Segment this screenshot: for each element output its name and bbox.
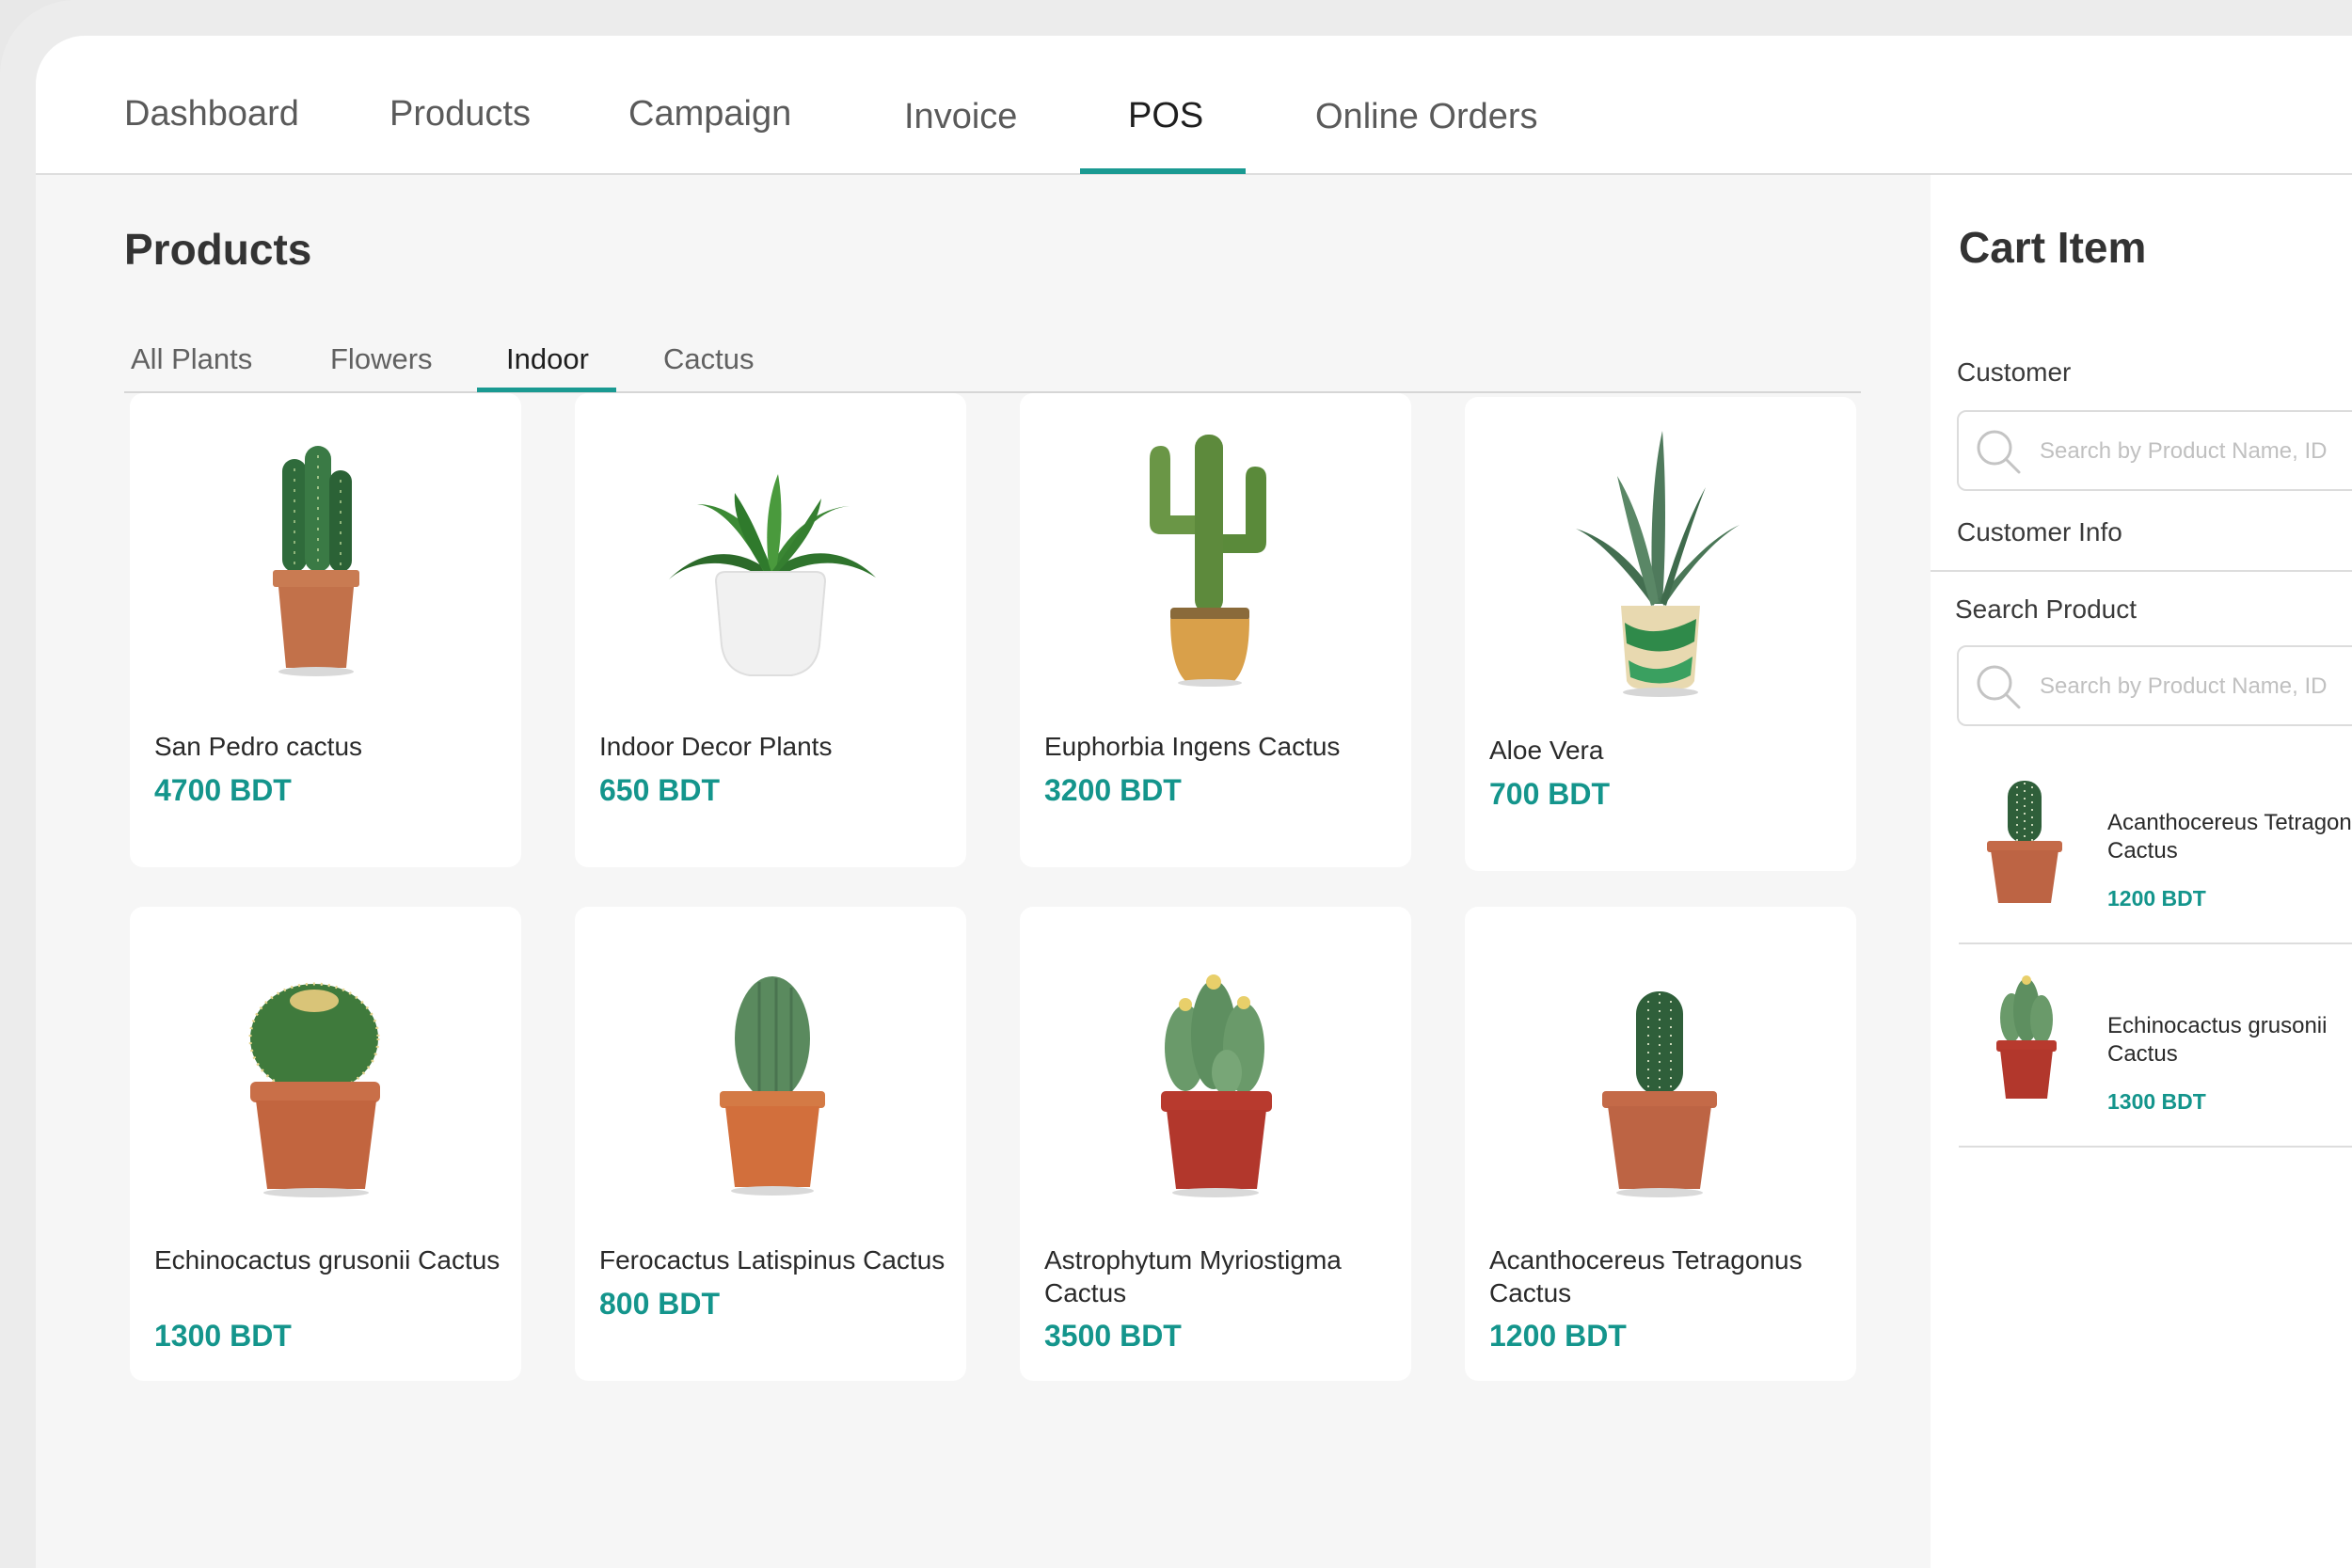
product-name: Euphorbia Ingens Cactus — [1044, 732, 1341, 761]
product-price: 650 BDT — [599, 773, 721, 807]
product-card[interactable]: San Pedro cactus 4700 BDT — [130, 393, 521, 867]
customer-info-label: Customer Info — [1957, 517, 2122, 546]
product-price: 800 BDT — [599, 1287, 721, 1321]
branching-cactus-yellow-pot-icon — [1150, 435, 1266, 687]
product-card[interactable]: Echinocactus grusonii Cactus 1300 BDT — [130, 907, 521, 1381]
spiny-cactus-terracotta-pot-icon — [1602, 991, 1717, 1197]
product-price: 3500 BDT — [1044, 1319, 1182, 1353]
cart-divider — [1931, 570, 2352, 572]
search-product-label: Search Product — [1955, 594, 2137, 624]
nav-tab-dashboard[interactable]: Dashboard — [124, 94, 299, 135]
category-tab-indoor[interactable]: Indoor — [506, 342, 589, 376]
cart-title: Cart Item — [1959, 223, 2147, 272]
product-price: 700 BDT — [1489, 777, 1611, 811]
search-icon — [1977, 430, 2021, 474]
cluster-cactus-red-pot-icon — [1161, 974, 1272, 1197]
app-screen: Dashboard Products Campaign Invoice POS … — [36, 36, 2352, 1568]
product-price: 1200 BDT — [1489, 1319, 1627, 1353]
nav-active-indicator — [1080, 168, 1246, 174]
product-search-input[interactable] — [2040, 668, 2352, 705]
columnar-cactus-terracotta-pot-icon — [273, 446, 359, 676]
nav-tab-campaign[interactable]: Campaign — [628, 94, 791, 135]
cart-item-price: 1200 BDT — [2107, 886, 2206, 911]
cart-item-name-line1: Acanthocereus Tetragonus — [2107, 810, 2352, 835]
product-name: San Pedro cactus — [154, 732, 363, 761]
nav-tab-pos[interactable]: POS — [1128, 96, 1203, 136]
customer-search-input[interactable] — [2040, 433, 2352, 470]
category-tab-all-plants[interactable]: All Plants — [131, 342, 252, 376]
aloe-patterned-pot-icon — [1576, 431, 1740, 697]
product-card[interactable]: Indoor Decor Plants 650 BDT — [575, 393, 966, 867]
cart-item-name-line2: Cactus — [2107, 838, 2178, 863]
category-tab-flowers[interactable]: Flowers — [330, 342, 433, 376]
product-card[interactable]: Acanthocereus Tetragonus Cactus 1200 BDT — [1465, 907, 1856, 1381]
leafy-plant-white-pot-icon — [669, 474, 876, 676]
product-search-box[interactable] — [1957, 645, 2352, 726]
spiny-cactus-thumbnail-icon — [1987, 781, 2062, 903]
product-price: 1300 BDT — [154, 1319, 292, 1353]
product-card[interactable]: Aloe Vera 700 BDT — [1465, 397, 1856, 871]
oval-cactus-orange-pot-icon — [720, 976, 825, 1196]
product-card[interactable]: Ferocactus Latispinus Cactus 800 BDT — [575, 907, 966, 1381]
product-name: Ferocactus Latispinus Cactus — [599, 1245, 946, 1275]
customer-label: Customer — [1957, 357, 2072, 387]
product-price: 3200 BDT — [1044, 773, 1182, 807]
products-title: Products — [124, 225, 312, 274]
device-frame: Dashboard Products Campaign Invoice POS … — [0, 0, 2352, 1568]
cart-divider — [1959, 1146, 2352, 1148]
product-name: Astrophytum Myriostigma Cactus — [1044, 1245, 1342, 1307]
nav-tab-online-orders[interactable]: Online Orders — [1315, 97, 1538, 137]
category-active-indicator — [477, 388, 616, 392]
cart-item-name-line2: Cactus — [2107, 1041, 2178, 1067]
customer-search-box[interactable] — [1957, 410, 2352, 491]
product-name: Acanthocereus Tetragonus Cactus — [1489, 1245, 1803, 1307]
cart-item[interactable]: Acanthocereus Tetragonus Cactus 1200 BDT — [1959, 768, 2352, 971]
cart-item-price: 1300 BDT — [2107, 1089, 2206, 1114]
barrel-cactus-terracotta-pot-icon — [248, 982, 380, 1197]
cart-panel: Cart Item Customer Customer Info Search … — [1931, 175, 2352, 1568]
product-price: 4700 BDT — [154, 773, 292, 807]
cart-item-name-line1: Echinocactus grusonii — [2107, 1013, 2328, 1038]
cart-divider — [1959, 942, 2352, 944]
product-card[interactable]: Astrophytum Myriostigma Cactus 3500 BDT — [1020, 907, 1411, 1381]
top-nav: Dashboard Products Campaign Invoice POS … — [36, 36, 2352, 175]
product-name: Aloe Vera — [1489, 736, 1604, 765]
product-name: Indoor Decor Plants — [599, 732, 833, 761]
product-name: Echinocactus grusonii Cactus — [154, 1245, 501, 1275]
cart-item[interactable]: Echinocactus grusonii Cactus 1300 BDT — [1959, 971, 2352, 1174]
category-tab-cactus[interactable]: Cactus — [663, 342, 754, 376]
product-card[interactable]: Euphorbia Ingens Cactus 3200 BDT — [1020, 393, 1411, 867]
cluster-cactus-thumbnail-icon — [1996, 975, 2057, 1099]
nav-tab-invoice[interactable]: Invoice — [904, 97, 1017, 137]
nav-tab-products[interactable]: Products — [389, 94, 531, 135]
search-icon — [1977, 665, 2021, 709]
